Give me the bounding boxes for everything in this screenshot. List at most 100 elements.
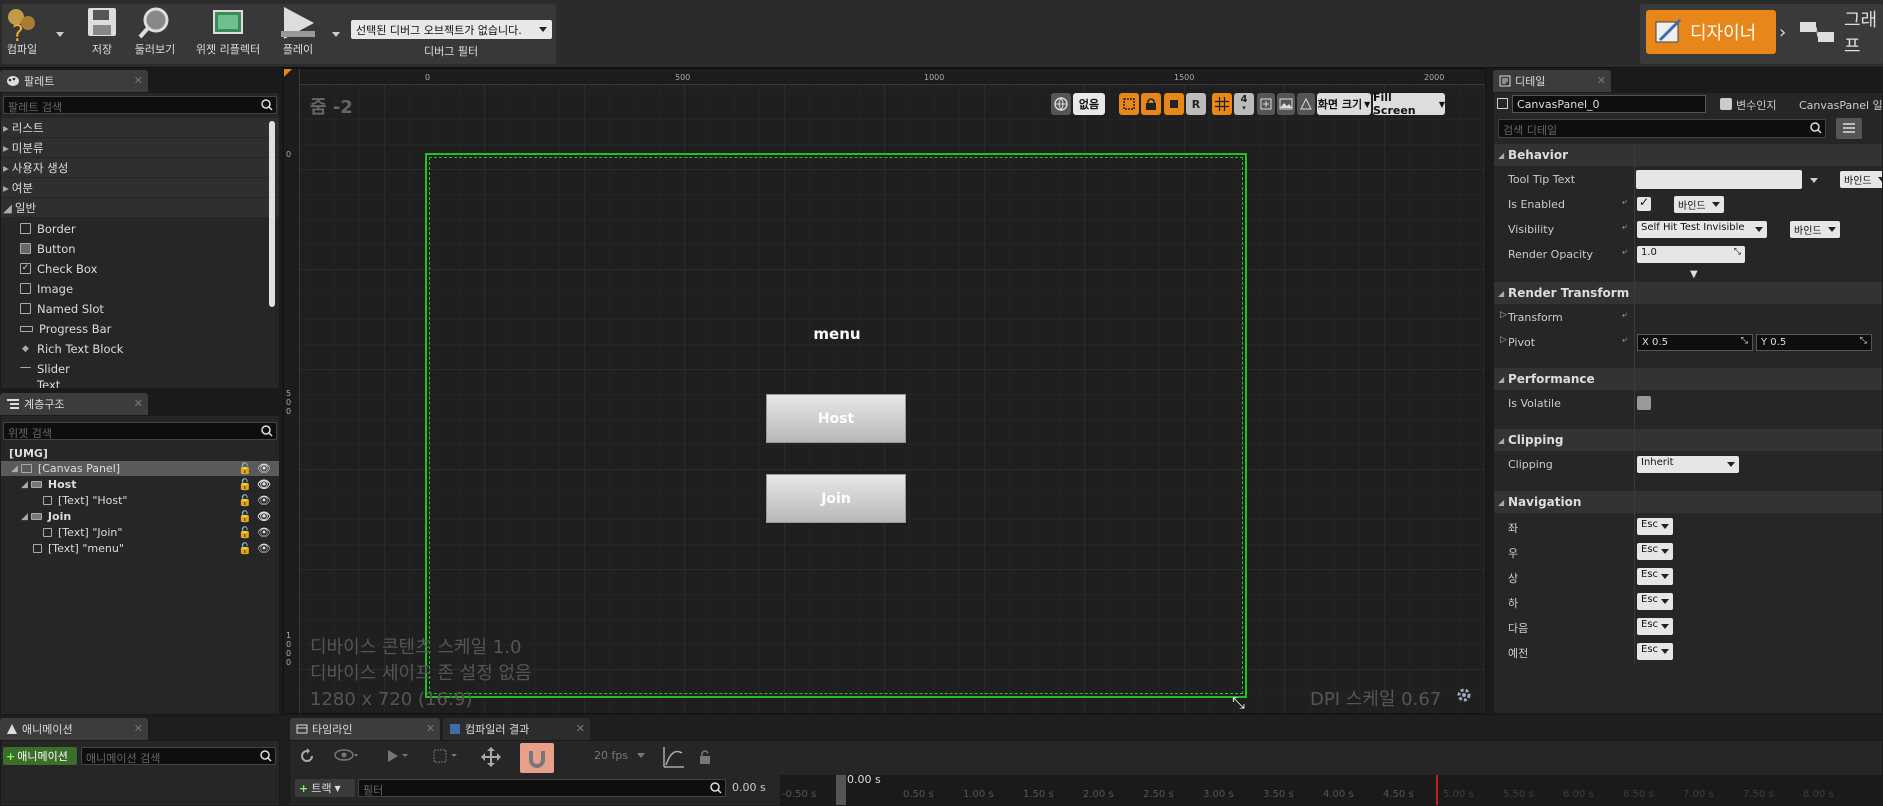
join-button[interactable]: Join bbox=[766, 474, 906, 523]
clipping-select[interactable]: Inherit bbox=[1637, 456, 1739, 473]
is-variable-checkbox[interactable] bbox=[1720, 98, 1732, 110]
reset-icon[interactable]: ⤶ bbox=[1622, 247, 1627, 257]
palette-category[interactable]: ▸ 사용자 생성 bbox=[1, 158, 279, 177]
palette-item-text[interactable]: Text bbox=[1, 378, 60, 388]
lock-icon[interactable]: 🔓 bbox=[238, 542, 252, 555]
bind-dropdown[interactable]: 바인드 bbox=[1674, 196, 1724, 213]
respect-locks-button[interactable]: R bbox=[1186, 93, 1206, 115]
tree-row-text-host[interactable]: [Text] "Host" 🔓 👁 bbox=[1, 493, 279, 508]
palette-category[interactable]: ▸ 미분류 bbox=[1, 138, 279, 157]
grid-snap-icon[interactable] bbox=[1212, 93, 1232, 115]
close-icon[interactable]: ✕ bbox=[134, 74, 143, 87]
section-behavior[interactable]: ◢ Behavior bbox=[1494, 144, 1882, 166]
lock-icon[interactable]: 🔓 bbox=[238, 478, 252, 491]
palette-scrollbar[interactable] bbox=[269, 121, 275, 307]
designer-viewport[interactable]: 0 500 1000 1500 2000 0 500 1000 줌 -2 없음 … bbox=[283, 68, 1486, 714]
playhead-handle[interactable] bbox=[836, 775, 846, 805]
palette-item-rich-text[interactable]: ◆ Rich Text Block bbox=[1, 339, 123, 358]
designer-mode-button[interactable]: 디자이너 bbox=[1646, 10, 1776, 54]
track-filter-input[interactable]: 필터 bbox=[358, 779, 726, 797]
tree-row-text-menu[interactable]: [Text] "menu" 🔓 👁 bbox=[1, 541, 279, 556]
palette-search-input[interactable]: 팔레트 검색 bbox=[3, 96, 277, 114]
palette-item-checkbox[interactable]: ✓ Check Box bbox=[1, 259, 97, 278]
lock-icon[interactable]: 🔓 bbox=[238, 510, 252, 523]
browse-button[interactable]: 둘러보기 bbox=[130, 2, 180, 60]
close-icon[interactable]: ✕ bbox=[426, 722, 435, 735]
widget-name-input[interactable]: CanvasPanel_0 bbox=[1512, 95, 1706, 113]
eye-icon[interactable]: 👁 bbox=[257, 462, 271, 475]
tab-animation[interactable]: 애니메이션 ✕ bbox=[0, 718, 148, 740]
play-button[interactable]: 플레이 bbox=[274, 2, 322, 60]
palette-category[interactable]: ▸ 리스트 bbox=[1, 118, 279, 137]
eye-icon[interactable]: 👁 bbox=[257, 510, 271, 523]
compile-button[interactable]: ? 컴파일 bbox=[2, 2, 42, 60]
eye-icon[interactable]: 👁 bbox=[257, 478, 271, 491]
nav-right-select[interactable]: Esc bbox=[1637, 543, 1673, 560]
reset-icon[interactable]: ⤶ bbox=[1622, 310, 1627, 320]
resize-handle-icon[interactable]: ⤡ bbox=[1232, 693, 1245, 713]
palette-category[interactable]: ▸ 여분 bbox=[1, 178, 279, 197]
palette-item-progress-bar[interactable]: Progress Bar bbox=[1, 319, 111, 338]
close-icon[interactable]: ✕ bbox=[576, 722, 585, 735]
eye-icon[interactable] bbox=[334, 747, 358, 763]
bind-dropdown[interactable]: 바인드 bbox=[1790, 221, 1840, 238]
section-render-transform[interactable]: ◢ Render Transform bbox=[1494, 282, 1882, 304]
compile-dropdown-icon[interactable] bbox=[56, 32, 64, 37]
none-button[interactable]: 없음 bbox=[1073, 93, 1105, 115]
expand-icon[interactable]: ▷ bbox=[1500, 335, 1507, 345]
section-clipping[interactable]: ◢ Clipping bbox=[1494, 429, 1882, 451]
end-marker[interactable] bbox=[1436, 775, 1438, 805]
tab-compiler-results[interactable]: 컴파일러 결과 ✕ bbox=[443, 718, 590, 740]
widget-reflector-button[interactable]: 위젯 리플렉터 bbox=[192, 2, 264, 60]
chevron-down-icon[interactable] bbox=[1810, 178, 1818, 183]
add-track-button[interactable]: + 트랙 ▼ bbox=[295, 779, 355, 797]
render-opacity-input[interactable]: 1.0 ⤡ bbox=[1637, 246, 1745, 263]
bind-dropdown[interactable]: 바인드 bbox=[1840, 171, 1882, 188]
palette-item-border[interactable]: Border bbox=[1, 219, 76, 238]
curve-icon[interactable] bbox=[662, 745, 686, 769]
grid-size-select[interactable]: 4 ▾ bbox=[1234, 93, 1254, 115]
eye-icon[interactable]: 👁 bbox=[257, 526, 271, 539]
refresh-icon[interactable] bbox=[298, 747, 316, 765]
nav-next-select[interactable]: Esc bbox=[1637, 618, 1673, 635]
reset-icon[interactable]: ⤶ bbox=[1622, 335, 1627, 345]
lock-icon[interactable] bbox=[698, 749, 712, 765]
column-divider[interactable] bbox=[1634, 144, 1635, 664]
section-performance[interactable]: ◢ Performance bbox=[1494, 368, 1882, 390]
tree-row-host[interactable]: ◢ Host 🔓 👁 bbox=[1, 477, 279, 492]
tree-row-canvas-panel[interactable]: ◢ [Canvas Panel] 🔓 👁 bbox=[1, 461, 279, 476]
section-navigation[interactable]: ◢ Navigation bbox=[1494, 491, 1882, 513]
nav-down-select[interactable]: Esc bbox=[1637, 593, 1673, 610]
tooltip-text-input[interactable] bbox=[1636, 170, 1802, 189]
tree-row-umg[interactable]: [UMG] bbox=[9, 446, 277, 461]
move-icon[interactable] bbox=[480, 746, 502, 768]
palette-category-expanded[interactable]: ◢ 일반 bbox=[1, 198, 279, 217]
snap-magnet-icon[interactable] bbox=[520, 743, 554, 773]
play-icon[interactable] bbox=[386, 749, 410, 763]
expand-advanced-icon[interactable]: ▼ bbox=[1690, 269, 1698, 280]
palette-item-image[interactable]: Image bbox=[1, 279, 73, 298]
lock-icon[interactable]: 🔓 bbox=[238, 526, 252, 539]
lock-icon[interactable]: 🔓 bbox=[238, 494, 252, 507]
add-animation-button[interactable]: + 애니메이션 bbox=[3, 747, 77, 765]
selection-icon[interactable] bbox=[433, 749, 459, 763]
local-transform-icon[interactable] bbox=[1164, 93, 1184, 115]
save-button[interactable]: 저장 bbox=[82, 2, 122, 60]
lock-icon[interactable] bbox=[1141, 93, 1161, 115]
tab-hierarchy[interactable]: 계층구조 ✕ bbox=[0, 393, 148, 415]
close-icon[interactable]: ✕ bbox=[134, 397, 143, 410]
tab-timeline[interactable]: 타임라인 ✕ bbox=[290, 718, 440, 740]
gear-icon[interactable] bbox=[1455, 686, 1473, 704]
menu-text[interactable]: menu bbox=[797, 325, 877, 343]
palette-item-named-slot[interactable]: Named Slot bbox=[1, 299, 104, 318]
close-icon[interactable]: ✕ bbox=[1597, 74, 1606, 87]
close-icon[interactable]: ✕ bbox=[134, 722, 143, 735]
reset-icon[interactable]: ⤶ bbox=[1622, 197, 1627, 207]
nav-up-select[interactable]: Esc bbox=[1637, 568, 1673, 585]
tab-palette[interactable]: 팔레트 ✕ bbox=[0, 70, 148, 92]
reset-icon[interactable]: ⤶ bbox=[1622, 222, 1627, 232]
details-search-input[interactable]: 검색 디테일 bbox=[1498, 119, 1826, 138]
tree-row-text-join[interactable]: [Text] "Join" 🔓 👁 bbox=[1, 525, 279, 540]
pivot-x-input[interactable]: X 0.5 ⤡ bbox=[1637, 334, 1753, 351]
animation-search-input[interactable]: 애니메이션 검색 bbox=[81, 747, 276, 765]
